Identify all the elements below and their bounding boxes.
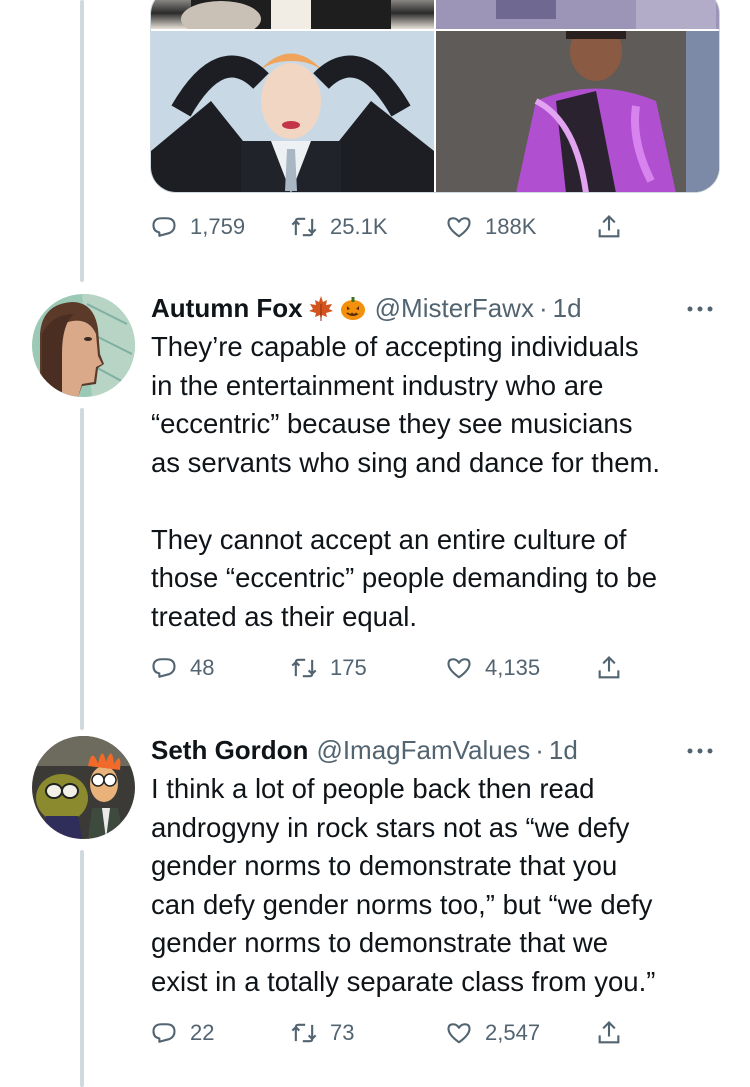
like-count: 4,135 (485, 655, 541, 680)
reply-count: 22 (190, 1020, 215, 1045)
retweet-button[interactable]: 25.1K (290, 209, 388, 245)
jack-o-lantern-icon (339, 294, 367, 322)
author-name[interactable]: Seth Gordon (151, 735, 308, 766)
retweet-button[interactable]: 175 (290, 650, 367, 686)
like-button[interactable]: 4,135 (445, 650, 540, 686)
maple-leaf-icon (307, 294, 335, 322)
tweet-actions: 22 73 2,547 (150, 1015, 650, 1051)
tweet-actions: 48 175 4,135 (150, 650, 650, 686)
avatar[interactable] (32, 294, 135, 397)
media-grid[interactable] (150, 0, 720, 193)
author-handle[interactable]: @MisterFawx (375, 293, 534, 324)
separator-dot: · (538, 292, 548, 323)
like-count: 2,547 (485, 1020, 541, 1045)
retweet-icon (291, 217, 317, 237)
more-options-button[interactable] (680, 289, 720, 329)
reply-count: 1,759 (190, 214, 246, 239)
tweet-autumn-fox[interactable]: Autumn Fox @MisterFawx · 1d They’re capa… (0, 288, 750, 698)
retweet-button[interactable]: 73 (290, 1015, 354, 1051)
tweet-text: They’re capable of accepting individuals… (151, 331, 661, 632)
author-name[interactable]: Autumn Fox (151, 293, 303, 324)
share-button[interactable] (595, 1015, 623, 1051)
like-count: 188K (485, 214, 537, 239)
share-icon (598, 1021, 620, 1044)
tweet-seth-gordon[interactable]: Seth Gordon @ImagFamValues · 1d I think … (0, 730, 750, 1087)
retweet-icon (291, 658, 317, 678)
thread-line-top (80, 0, 84, 282)
like-button[interactable]: 2,547 (445, 1015, 540, 1051)
avatar[interactable] (32, 736, 135, 839)
like-button[interactable]: 188K (445, 209, 536, 245)
reply-button[interactable]: 1,759 (150, 209, 245, 245)
tweet-header: Autumn Fox @MisterFawx · 1d (151, 288, 582, 328)
retweet-count: 25.1K (330, 214, 388, 239)
media-photo-1[interactable] (151, 0, 434, 29)
share-icon (598, 656, 620, 679)
retweet-icon (291, 1023, 317, 1043)
more-options-button[interactable] (680, 731, 720, 771)
reply-count: 48 (190, 655, 215, 680)
retweet-count: 175 (330, 655, 367, 680)
more-icon (687, 748, 713, 754)
retweet-count: 73 (330, 1020, 355, 1045)
heart-icon (447, 658, 471, 679)
media-photo-2[interactable] (436, 0, 719, 29)
heart-icon (447, 1023, 471, 1044)
share-icon (598, 215, 620, 238)
tweet-text: I think a lot of people back then read a… (151, 773, 656, 997)
reply-icon (152, 1023, 176, 1043)
heart-icon (447, 217, 471, 238)
top-tweet-actions: 1,759 25.1K 188K (150, 209, 650, 245)
separator-dot: · (535, 734, 544, 765)
media-photo-4[interactable] (436, 31, 719, 192)
author-handle[interactable]: @ImagFamValues (316, 735, 530, 766)
share-button[interactable] (595, 209, 623, 245)
timestamp[interactable]: 1d (553, 293, 582, 324)
reply-button[interactable]: 22 (150, 1015, 214, 1051)
media-photo-3[interactable] (151, 31, 434, 192)
reply-icon (152, 658, 176, 678)
tweet-header: Seth Gordon @ImagFamValues · 1d (151, 730, 578, 770)
share-button[interactable] (595, 650, 623, 686)
reply-button[interactable]: 48 (150, 650, 214, 686)
more-icon (687, 306, 713, 312)
timestamp[interactable]: 1d (549, 735, 578, 766)
reply-icon (152, 217, 176, 237)
